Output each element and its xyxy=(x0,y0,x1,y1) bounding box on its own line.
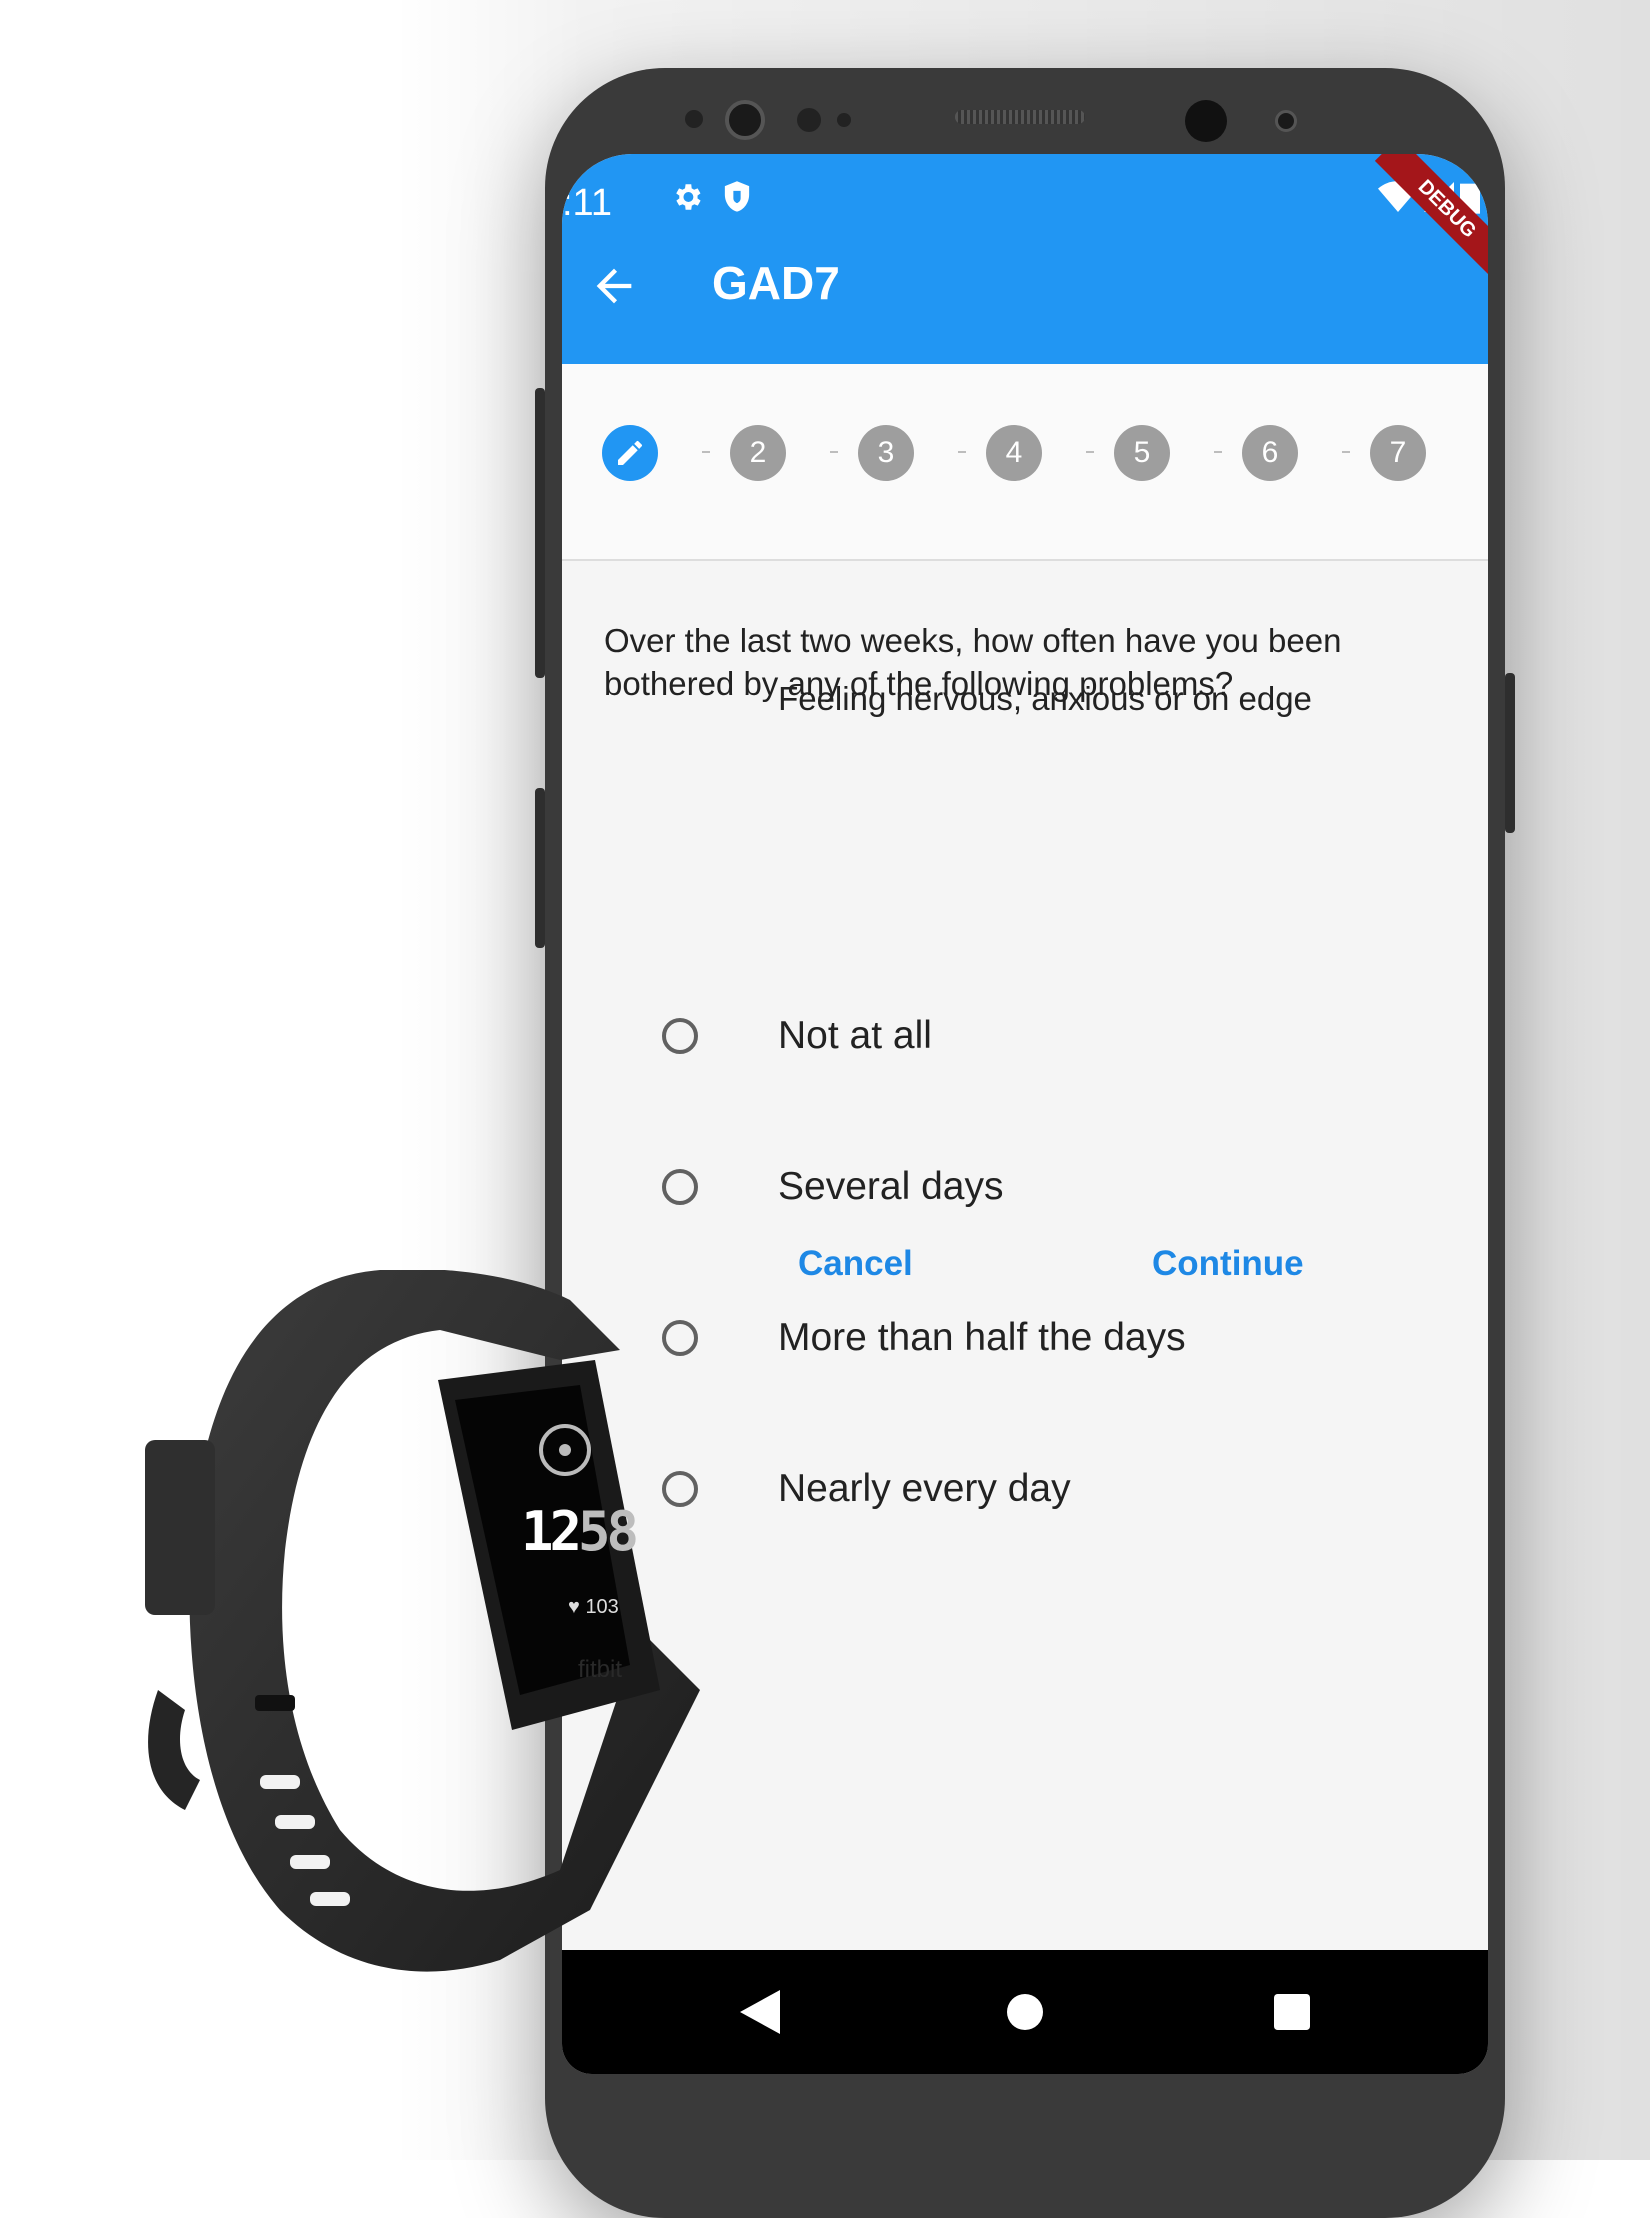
option-not-at-all[interactable]: Not at all xyxy=(662,1006,932,1066)
radio-button[interactable] xyxy=(662,1169,698,1205)
back-arrow-icon[interactable] xyxy=(588,260,640,312)
page-title: GAD7 xyxy=(712,257,840,309)
sensor-dot xyxy=(685,110,703,128)
tracker-steps: 1258 xyxy=(521,1500,639,1563)
nav-back-icon[interactable] xyxy=(740,1990,780,2034)
question-item: Feeling nervous, anxious or on edge xyxy=(778,680,1312,717)
nav-bar xyxy=(562,1950,1488,2074)
fitness-tracker-image xyxy=(145,1270,700,1972)
front-camera xyxy=(1185,100,1227,142)
option-label: Not at all xyxy=(778,1014,932,1057)
step-connector xyxy=(1086,451,1094,453)
status-icons xyxy=(670,180,752,214)
phone-screen: :11 GAD7 DEBUG 2 3 4 5 6 7 Over the last… xyxy=(562,154,1488,2074)
step-connector xyxy=(702,451,710,453)
step-3[interactable]: 3 xyxy=(858,425,914,481)
shield-icon xyxy=(724,181,750,212)
pencil-icon xyxy=(618,440,642,465)
nav-home-icon[interactable] xyxy=(1007,1994,1043,2030)
step-connector xyxy=(1214,451,1222,453)
status-time: :11 xyxy=(562,182,613,224)
radio-button[interactable] xyxy=(662,1018,698,1054)
power-button xyxy=(1505,673,1515,833)
option-label: More than half the days xyxy=(778,1316,1186,1359)
option-several-days[interactable]: Several days xyxy=(662,1157,1003,1217)
tracker-steps-bright: 12 xyxy=(521,1500,582,1563)
step-connector xyxy=(830,451,838,453)
step-6[interactable]: 6 xyxy=(1242,425,1298,481)
sensor-dot xyxy=(797,108,821,132)
settings-icon xyxy=(676,184,701,210)
sensor-dot xyxy=(837,113,851,127)
cancel-button[interactable]: Cancel xyxy=(798,1244,913,1284)
tracker-steps-dim: 58 xyxy=(578,1500,639,1563)
app-bar: :11 GAD7 DEBUG xyxy=(562,154,1488,364)
debug-banner: DEBUG xyxy=(1374,154,1488,282)
step-connector xyxy=(1342,451,1350,453)
step-4[interactable]: 4 xyxy=(986,425,1042,481)
bixby-button xyxy=(535,788,545,948)
heart-rate-value: 103 xyxy=(585,1596,619,1618)
step-2[interactable]: 2 xyxy=(730,425,786,481)
step-1[interactable] xyxy=(602,425,658,481)
continue-button[interactable]: Continue xyxy=(1152,1244,1304,1284)
step-connector xyxy=(958,451,966,453)
iris-camera xyxy=(725,100,765,140)
earpiece-speaker xyxy=(955,110,1085,124)
volume-button xyxy=(535,388,545,678)
tracker-heart-rate: ♥ 103 xyxy=(568,1596,619,1619)
tracker-brand: fitbit xyxy=(578,1656,623,1683)
option-label: Several days xyxy=(778,1165,1004,1208)
step-7[interactable]: 7 xyxy=(1370,425,1426,481)
heart-icon: ♥ xyxy=(568,1596,580,1618)
proximity-sensor xyxy=(1275,110,1297,132)
step-5[interactable]: 5 xyxy=(1114,425,1170,481)
stepper: 2 3 4 5 6 7 xyxy=(562,364,1488,561)
option-label: Nearly every day xyxy=(778,1467,1071,1510)
nav-recents-icon[interactable] xyxy=(1274,1994,1310,2030)
